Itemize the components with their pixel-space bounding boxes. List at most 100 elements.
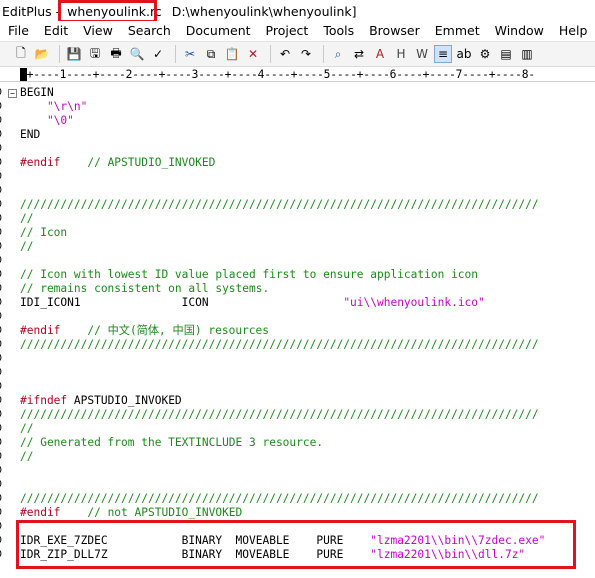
- line-number: 0: [0, 268, 4, 282]
- toolbar-separator: [323, 45, 324, 63]
- code-token: // Icon with lowest ID value placed firs…: [20, 268, 479, 281]
- menu-search[interactable]: Search: [128, 23, 171, 38]
- open-icon[interactable]: 📂: [33, 45, 51, 63]
- code-line[interactable]: 0 #endif // APSTUDIO_INVOKED: [0, 156, 595, 170]
- line-number: 0: [0, 310, 4, 324]
- code-line[interactable]: 0: [0, 464, 595, 478]
- code-line[interactable]: 0 "\r\n": [0, 100, 595, 114]
- filename-highlight-box: [58, 0, 157, 23]
- print-icon[interactable]: 🖶: [107, 45, 125, 63]
- line-number: 0: [0, 114, 4, 128]
- undo-icon[interactable]: ↶: [276, 45, 294, 63]
- code-token: "\r\n": [20, 100, 88, 113]
- code-text: // Generated from the TEXTINCLUDE 3 reso…: [20, 436, 323, 450]
- code-line[interactable]: 0 #endif // not APSTUDIO_INVOKED: [0, 506, 595, 520]
- code-text: //: [20, 240, 33, 254]
- code-line[interactable]: 0: [0, 366, 595, 380]
- code-line[interactable]: 0 ///////////////////////////////////////…: [0, 198, 595, 212]
- code-line[interactable]: 0 IDI_ICON1 ICON "ui\\whenyoulink.ico": [0, 296, 595, 310]
- code-line[interactable]: 0: [0, 142, 595, 156]
- paste-icon[interactable]: 📋: [223, 45, 241, 63]
- line-number: 0: [0, 534, 4, 548]
- menu-project[interactable]: Project: [266, 23, 309, 38]
- code-token: ////////////////////////////////////////…: [20, 492, 539, 505]
- code-text: ////////////////////////////////////////…: [20, 198, 539, 212]
- code-line[interactable]: 0: [0, 254, 595, 268]
- line-number: 0: [0, 436, 4, 450]
- code-line[interactable]: 0 ///////////////////////////////////////…: [0, 338, 595, 352]
- code-editor[interactable]: 0−BEGIN0 "\r\n"0 "\0"0END00#endif // APS…: [0, 82, 595, 578]
- code-line[interactable]: 0 "\0": [0, 114, 595, 128]
- redo-icon[interactable]: ↷: [297, 45, 315, 63]
- line-number: 0: [0, 254, 4, 268]
- save-all-icon[interactable]: 🖫: [86, 45, 104, 63]
- menu-tools[interactable]: Tools: [323, 23, 354, 38]
- replace-icon[interactable]: ⇄: [350, 45, 368, 63]
- code-text: //: [20, 450, 33, 464]
- code-line[interactable]: 0 #endif // 中文(简体, 中国) resources: [0, 324, 595, 338]
- print-preview-icon[interactable]: 🔍: [128, 45, 146, 63]
- menu-window[interactable]: Window: [495, 23, 544, 38]
- menu-view[interactable]: View: [83, 23, 113, 38]
- toolbar-separator: [270, 45, 271, 63]
- code-line[interactable]: 0 ///////////////////////////////////////…: [0, 408, 595, 422]
- code-line[interactable]: 0: [0, 380, 595, 394]
- window-list-icon[interactable]: ▤: [497, 45, 515, 63]
- code-line[interactable]: 0: [0, 184, 595, 198]
- line-number: 0: [0, 282, 4, 296]
- word-wrap-icon[interactable]: W: [413, 45, 431, 63]
- menu-browser[interactable]: Browser: [369, 23, 420, 38]
- code-token: // Icon: [20, 226, 68, 239]
- code-text: END: [20, 128, 40, 142]
- line-number: 0: [0, 170, 4, 184]
- code-token: // APSTUDIO_INVOKED: [60, 156, 216, 169]
- code-text: #endif // 中文(简体, 中国) resources: [20, 324, 269, 338]
- spellcheck-icon[interactable]: ✓: [149, 45, 167, 63]
- copy-icon[interactable]: ⧉: [202, 45, 220, 63]
- menu-help[interactable]: Help: [559, 23, 588, 38]
- spellcheck-mode-icon[interactable]: ab: [455, 45, 473, 63]
- code-line[interactable]: 0 ///////////////////////////////////////…: [0, 492, 595, 506]
- code-text: #endif // not APSTUDIO_INVOKED: [20, 506, 242, 520]
- cut-icon[interactable]: ✂: [181, 45, 199, 63]
- code-line[interactable]: 0 //: [0, 240, 595, 254]
- code-line[interactable]: 0: [0, 352, 595, 366]
- code-text: #ifndef APSTUDIO_INVOKED: [20, 394, 182, 408]
- code-line[interactable]: 0: [0, 170, 595, 184]
- code-line[interactable]: 0 //: [0, 212, 595, 226]
- code-line[interactable]: 0 #ifndef APSTUDIO_INVOKED: [0, 394, 595, 408]
- resource-lines-highlight-box: [16, 520, 576, 569]
- line-number: 0: [0, 338, 4, 352]
- delete-icon[interactable]: ✕: [244, 45, 262, 63]
- code-line[interactable]: 0: [0, 310, 595, 324]
- menu-file[interactable]: File: [8, 23, 29, 38]
- menu-edit[interactable]: Edit: [44, 23, 68, 38]
- toolbar-separator: [59, 45, 60, 63]
- code-line[interactable]: 0: [0, 478, 595, 492]
- new-file-icon[interactable]: 🗋: [12, 45, 30, 63]
- toggle-icon[interactable]: ▥: [518, 45, 536, 63]
- ruler-text: -+----1----+----2----+----3----+----4---…: [20, 68, 535, 81]
- line-number: 0: [0, 240, 4, 254]
- code-line[interactable]: 0 // remains consistent on all systems.: [0, 282, 595, 296]
- code-token: ////////////////////////////////////////…: [20, 338, 539, 351]
- find-icon[interactable]: ⌕: [329, 45, 347, 63]
- code-line[interactable]: 0 //: [0, 422, 595, 436]
- code-line[interactable]: 0 // Generated from the TEXTINCLUDE 3 res…: [0, 436, 595, 450]
- code-line[interactable]: 0 // Icon with lowest ID value placed fir…: [0, 268, 595, 282]
- code-token: IDI_ICON1 ICON: [20, 296, 344, 309]
- menu-document[interactable]: Document: [186, 23, 251, 38]
- code-line[interactable]: 0 //: [0, 450, 595, 464]
- code-line[interactable]: 0 // Icon: [0, 226, 595, 240]
- code-text: "\0": [20, 114, 74, 128]
- menu-emmet[interactable]: Emmet: [435, 23, 480, 38]
- save-icon[interactable]: 💾: [65, 45, 83, 63]
- hex-icon[interactable]: H: [392, 45, 410, 63]
- font-icon[interactable]: A: [371, 45, 389, 63]
- code-line[interactable]: 0−BEGIN: [0, 86, 595, 100]
- settings-icon[interactable]: ⚙: [476, 45, 494, 63]
- code-line[interactable]: 0 END: [0, 128, 595, 142]
- line-number: 0: [0, 226, 4, 240]
- fold-toggle-icon[interactable]: −: [8, 89, 17, 98]
- column-icon[interactable]: ≡: [434, 45, 452, 63]
